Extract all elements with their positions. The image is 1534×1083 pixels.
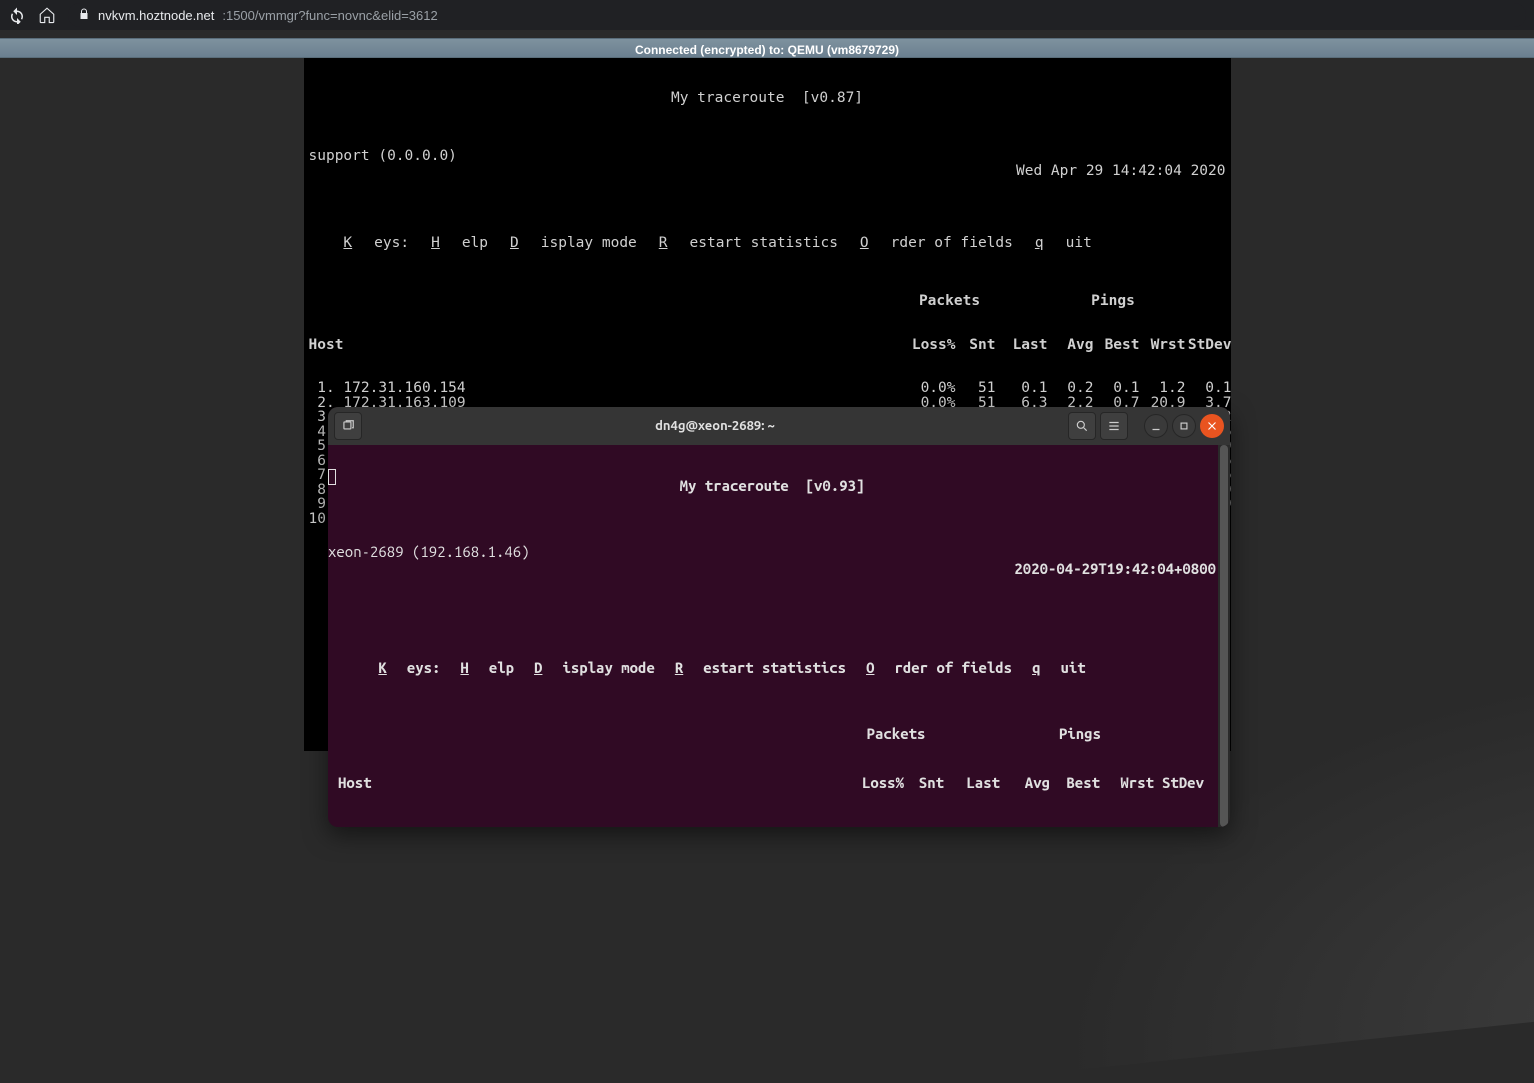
mtr1-packets-label: Packets (904, 294, 996, 309)
scrollbar-thumb[interactable] (1220, 445, 1228, 827)
mtr2-timestamp: 2020-04-29T19:42:04+0800 (1014, 561, 1216, 578)
hdr-last: Last (996, 338, 1048, 353)
hdr-stdev: StDev (1154, 775, 1204, 792)
mtr2-group-headers: Packets Pings (328, 726, 1216, 743)
hop-stdev: 0.0 (1154, 825, 1204, 828)
hdr-host: Host (304, 338, 904, 353)
mtr2-title: My traceroute [v0.93] (328, 478, 1216, 495)
gnome-window-title: dn4g@xeon-2689: ~ (368, 419, 1062, 433)
terminal-cursor (328, 469, 336, 485)
mtr2-column-headers: Host Loss% Snt Last Avg Best Wrst StDev (328, 775, 1216, 792)
hdr-best: Best (1094, 338, 1140, 353)
hop-name: 1. 172.31.160.154 (304, 381, 904, 396)
minimize-button[interactable] (1144, 414, 1168, 438)
hop-avg: 0.2 (1048, 381, 1094, 396)
new-tab-button[interactable] (334, 412, 362, 440)
gnome-terminal-body[interactable]: My traceroute [v0.93] xeon-2689 (192.168… (328, 445, 1216, 825)
hop-row: 1. 172.31.160.1540.0%510.10.20.11.20.1 (304, 381, 1231, 396)
hdr-last: Last (944, 775, 1000, 792)
hop-last: 0.1 (996, 381, 1048, 396)
hdr-loss: Loss% (848, 775, 904, 792)
hdr-snt: Snt (956, 338, 996, 353)
mtr2-packets-label: Packets (848, 726, 944, 743)
mtr1-pings-label: Pings (996, 294, 1231, 309)
hop-best: 0.4 (1050, 825, 1100, 828)
terminal-scrollbar[interactable] (1218, 445, 1230, 827)
hdr-snt: Snt (904, 775, 944, 792)
hdr-host: Host (328, 775, 848, 792)
hop-snt: 51 (956, 381, 996, 396)
mtr2-menu: Keys:HelpDisplay modeRestart statisticsO… (328, 643, 1216, 693)
home-icon[interactable] (38, 6, 56, 24)
hop-stdev: 0.1 (1186, 381, 1232, 396)
lock-icon (78, 8, 90, 23)
maximize-button[interactable] (1172, 414, 1196, 438)
hop-loss: 0.0% (848, 825, 904, 828)
browser-url-bar: nvkvm.hoztnode.net :1500/vmmgr?func=novnc… (0, 0, 1534, 30)
hop-wrst: 1.2 (1140, 381, 1186, 396)
novnc-status-bar: Connected (encrypted) to: QEMU (vm867972… (0, 38, 1534, 58)
hdr-avg: Avg (1000, 775, 1050, 792)
hop-last: 0.5 (944, 825, 1000, 828)
mtr1-menu: Keys:HelpDisplay modeRestart statisticsO… (304, 222, 1231, 266)
hop-loss: 0.0% (904, 381, 956, 396)
hop-wrst: 0.6 (1100, 825, 1154, 828)
mtr1-timestamp: Wed Apr 29 14:42:04 2020 (1016, 164, 1226, 179)
mtr2-hostinfo: xeon-2689 (192.168.1.46) (328, 544, 530, 561)
hdr-wrst: Wrst (1100, 775, 1154, 792)
hop-snt: 87 (904, 825, 944, 828)
url-path: :1500/vmmgr?func=novnc&elid=3612 (222, 8, 437, 23)
address-bar[interactable]: nvkvm.hoztnode.net :1500/vmmgr?func=novnc… (68, 3, 1526, 27)
hdr-avg: Avg (1048, 338, 1094, 353)
mtr2-pings-label: Pings (944, 726, 1216, 743)
hop-avg: 0.5 (1000, 825, 1050, 828)
gnome-terminal-window: dn4g@xeon-2689: ~ My traceroute [v0.93] … (328, 407, 1230, 827)
hdr-stdev: StDev (1186, 338, 1232, 353)
hdr-wrst: Wrst (1140, 338, 1186, 353)
mtr1-hostinfo: support (0.0.0.0) (309, 149, 457, 164)
mtr1-title: My traceroute [v0.87] (304, 91, 1231, 106)
close-button[interactable] (1200, 414, 1224, 438)
search-button[interactable] (1068, 412, 1096, 440)
hop-row: 1. 192.168.1.10.0%870.50.50.40.60.0 (328, 825, 1216, 828)
mtr1-column-headers: Host Loss% Snt Last Avg Best Wrst StDev (304, 338, 1231, 353)
mtr1-group-headers: Packets Pings (304, 294, 1231, 309)
menu-button[interactable] (1100, 412, 1128, 440)
novnc-status-text: Connected (encrypted) to: QEMU (vm867972… (635, 43, 899, 57)
reload-icon[interactable] (8, 6, 26, 24)
hdr-best: Best (1050, 775, 1100, 792)
hop-name: 1. 192.168.1.1 (328, 825, 848, 828)
url-host: nvkvm.hoztnode.net (98, 8, 214, 23)
hdr-loss: Loss% (904, 338, 956, 353)
gnome-titlebar[interactable]: dn4g@xeon-2689: ~ (328, 407, 1230, 445)
hop-best: 0.1 (1094, 381, 1140, 396)
